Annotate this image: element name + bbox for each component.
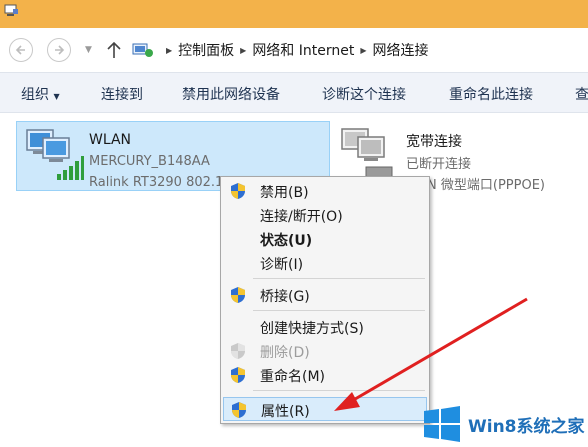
dropdown-caret-icon: ▼ — [53, 92, 60, 101]
back-button[interactable] — [9, 38, 33, 62]
menu-item-diagnose[interactable]: 诊断(I) — [223, 251, 427, 275]
view-status-button[interactable]: 查 — [575, 84, 588, 104]
adapter-name: 宽带连接 — [406, 134, 462, 150]
context-menu: 禁用(B) 连接/断开(O) 状态(U) 诊断(I) 桥接(G) 创建快捷方式(… — [220, 176, 430, 424]
uac-shield-icon — [231, 183, 245, 199]
menu-separator — [253, 278, 425, 279]
menu-item-delete: 删除(D) — [223, 339, 427, 363]
address-bar: ▼ ▶ 控制面板 ▶ 网络和 Internet ▶ 网络连接 — [0, 28, 588, 72]
breadcrumb: ▶ 控制面板 ▶ 网络和 Internet ▶ 网络连接 — [132, 37, 429, 63]
window-titlebar — [0, 0, 588, 28]
menu-item-rename[interactable]: 重命名(M) — [223, 363, 427, 387]
network-connections-app-icon — [4, 4, 18, 16]
breadcrumb-control-panel[interactable]: 控制面板 — [178, 40, 234, 60]
arrow-left-icon — [15, 45, 25, 55]
uac-shield-icon — [231, 367, 245, 383]
uac-shield-icon — [232, 402, 246, 418]
menu-item-bridge[interactable]: 桥接(G) — [223, 283, 427, 307]
disable-device-button[interactable]: 禁用此网络设备 — [182, 84, 280, 104]
arrow-right-icon — [55, 45, 65, 55]
uac-shield-disabled-icon — [231, 343, 245, 359]
breadcrumb-separator-icon: ▶ — [360, 45, 367, 55]
breadcrumb-network-internet[interactable]: 网络和 Internet — [252, 40, 354, 60]
menu-item-properties[interactable]: 属性(R) — [223, 397, 427, 421]
menu-separator — [253, 390, 425, 391]
up-arrow-icon[interactable] — [105, 40, 123, 60]
recent-locations-chevron-icon[interactable]: ▼ — [85, 45, 92, 55]
control-panel-folder-icon — [132, 43, 153, 57]
diagnose-connection-button[interactable]: 诊断这个连接 — [322, 84, 406, 104]
menu-item-disable[interactable]: 禁用(B) — [223, 179, 427, 203]
breadcrumb-separator-icon: ▶ — [240, 45, 247, 55]
windows-logo-icon — [424, 406, 460, 442]
breadcrumb-network-connections[interactable]: 网络连接 — [373, 40, 429, 60]
watermark: Win8系统之家 — [418, 400, 588, 447]
watermark-text: Win8系统之家 — [468, 417, 585, 437]
menu-separator — [253, 310, 425, 311]
wireless-adapter-icon — [26, 129, 84, 180]
organize-menu[interactable]: 组织 ▼ — [21, 84, 60, 104]
rename-connection-button[interactable]: 重命名此连接 — [449, 84, 533, 104]
adapter-network: MERCURY_B148AA — [89, 154, 210, 169]
wan-adapter-icon — [341, 128, 393, 178]
menu-item-connect-disconnect[interactable]: 连接/断开(O) — [223, 203, 427, 227]
connect-to-button[interactable]: 连接到 — [101, 84, 143, 104]
menu-item-status[interactable]: 状态(U) — [223, 227, 427, 251]
adapter-status: 已断开连接 — [406, 157, 472, 172]
uac-shield-icon — [231, 287, 245, 303]
adapter-name: WLAN — [89, 132, 132, 148]
command-toolbar: 组织 ▼ 连接到 禁用此网络设备 诊断这个连接 重命名此连接 查 — [0, 72, 588, 113]
adapter-device: WAN 微型端口(PPPOE) — [406, 178, 546, 193]
breadcrumb-separator-icon: ▶ — [166, 45, 173, 55]
menu-item-create-shortcut[interactable]: 创建快捷方式(S) — [223, 315, 427, 339]
forward-button[interactable] — [47, 38, 71, 62]
